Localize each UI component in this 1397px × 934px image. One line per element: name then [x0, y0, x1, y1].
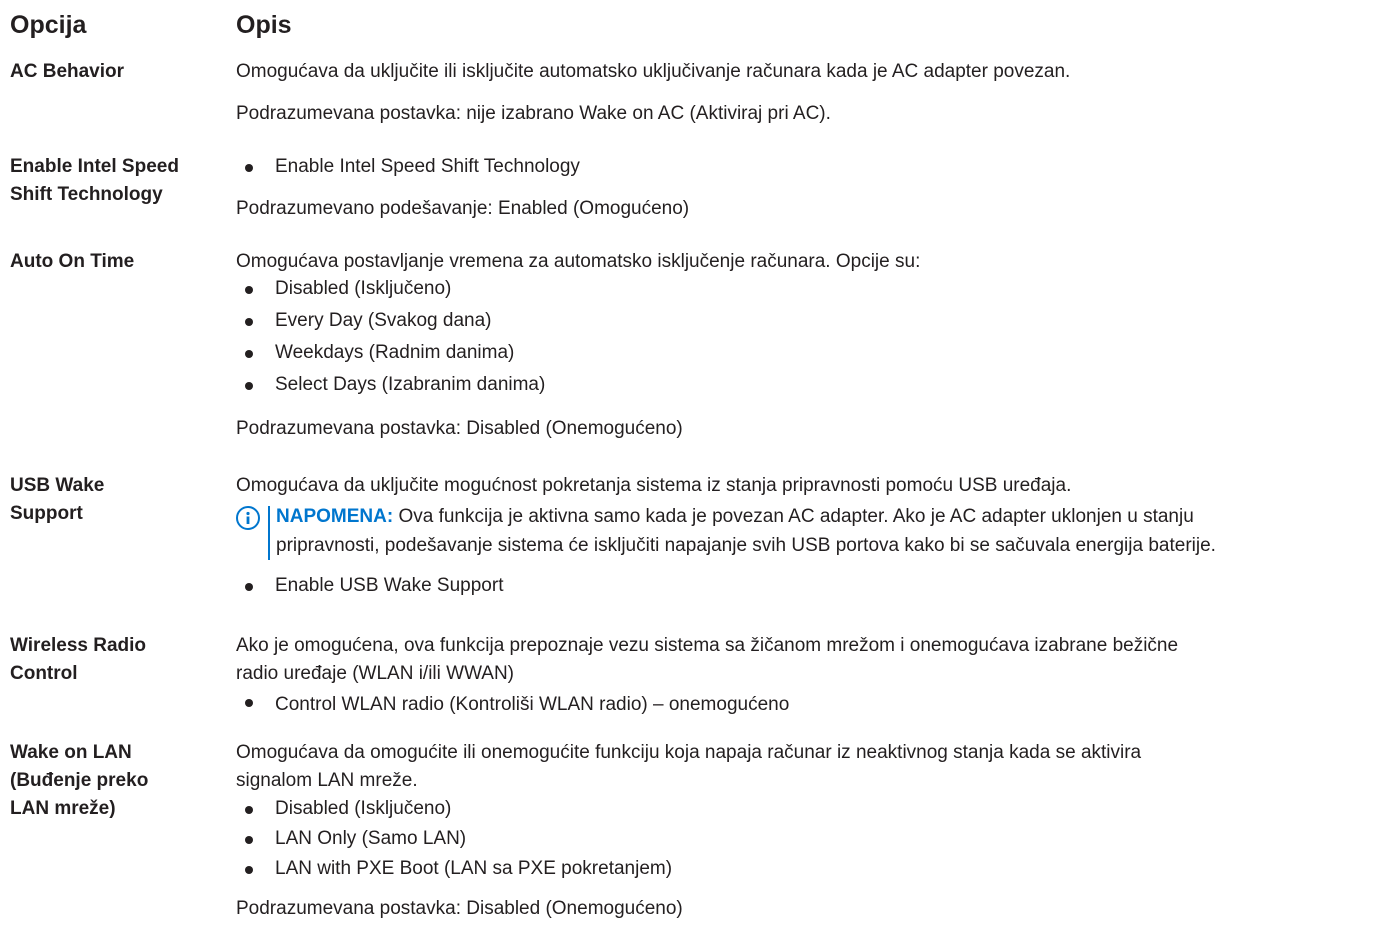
- option-label-line: Shift Technology: [10, 184, 163, 205]
- list-item: Enable Intel Speed Shift Technology: [236, 153, 1396, 181]
- bullet-list: Enable Intel Speed Shift Technology: [236, 153, 1396, 181]
- default-setting: Podrazumevana postavka: Disabled (Onemog…: [236, 418, 683, 439]
- option-description: Omogućava postavljanje vremena za automa…: [236, 248, 1396, 443]
- note-text: pripravnosti, podešavanje sistema će isk…: [276, 535, 1216, 556]
- option-label-line: LAN mreže): [10, 798, 116, 819]
- option-label-line: Control: [10, 663, 78, 684]
- list-item: Control WLAN radio (Kontroliši WLAN radi…: [236, 688, 1396, 720]
- option-label-line: Wake on LAN: [10, 742, 132, 763]
- option-label: Wireless Radio Control: [10, 632, 225, 688]
- option-label: AC Behavior: [10, 61, 125, 82]
- note-label: NAPOMENA:: [276, 506, 394, 527]
- default-setting: Podrazumevana postavka: Disabled (Onemog…: [236, 898, 683, 919]
- option-label-line: Support: [10, 503, 83, 524]
- default-setting: Podrazumevano podešavanje: Enabled (Omog…: [236, 198, 690, 219]
- option-label: Wake on LAN (Buđenje preko LAN mreže): [10, 739, 225, 823]
- description-text: Omogućava postavljanje vremena za automa…: [236, 251, 921, 272]
- note-text: Ova funkcija je aktivna samo kada je pov…: [393, 506, 1194, 527]
- description-text: Omogućava da uključite mogućnost pokreta…: [236, 475, 1072, 496]
- option-description: Ako je omogućena, ova funkcija prepoznaj…: [236, 632, 1396, 720]
- bullet-list: Disabled (Isključeno) Every Day (Svakog …: [236, 275, 1396, 403]
- document-page: Opcija Opis AC Behavior Omogućava da ukl…: [10, 0, 1397, 919]
- option-label: USB Wake Support: [10, 472, 225, 528]
- option-label: Enable Intel Speed Shift Technology: [10, 153, 225, 209]
- list-item: LAN with PXE Boot (LAN sa PXE pokretanje…: [236, 855, 1396, 885]
- list-item: Weekdays (Radnim danima): [236, 339, 1396, 371]
- bullet-list: Enable USB Wake Support: [236, 572, 1396, 600]
- bullet-list: Control WLAN radio (Kontroliši WLAN radi…: [236, 688, 1396, 720]
- list-item: Every Day (Svakog dana): [236, 307, 1396, 339]
- option-label-line: Enable Intel Speed: [10, 156, 179, 177]
- option-description: Omogućava da uključite ili isključite au…: [236, 58, 1396, 128]
- description-text: Omogućava da uključite ili isključite au…: [236, 61, 1071, 82]
- info-icon: [236, 506, 260, 530]
- option-description: Omogućava da omogućite ili onemogućite f…: [236, 739, 1396, 923]
- option-description: Omogućava da uključite mogućnost pokreta…: [236, 472, 1396, 600]
- option-label-line: (Buđenje preko: [10, 770, 149, 791]
- list-item: Disabled (Isključeno): [236, 795, 1396, 825]
- description-text: signalom LAN mreže.: [236, 770, 418, 791]
- bullet-list: Disabled (Isključeno) LAN Only (Samo LAN…: [236, 795, 1396, 885]
- note-box: NAPOMENA: Ova funkcija je aktivna samo k…: [236, 502, 1396, 560]
- default-setting: Podrazumevana postavka: nije izabrano Wa…: [236, 103, 831, 124]
- option-label-line: USB Wake: [10, 475, 105, 496]
- option-label-line: Wireless Radio: [10, 635, 147, 656]
- description-text: Ako je omogućena, ova funkcija prepoznaj…: [236, 635, 1179, 656]
- list-item: LAN Only (Samo LAN): [236, 825, 1396, 855]
- list-item: Select Days (Izabranim danima): [236, 371, 1396, 403]
- header-option: Opcija: [10, 11, 87, 39]
- list-item: Disabled (Isključeno): [236, 275, 1396, 307]
- option-label: Auto On Time: [10, 251, 135, 272]
- description-text: radio uređaje (WLAN i/ili WWAN): [236, 663, 515, 684]
- option-description: Enable Intel Speed Shift Technology Podr…: [236, 153, 1396, 223]
- header-description: Opis: [236, 11, 292, 39]
- description-text: Omogućava da omogućite ili onemogućite f…: [236, 742, 1142, 763]
- note-divider: [268, 506, 270, 560]
- table-header: Opcija Opis: [10, 0, 1397, 50]
- list-item: Enable USB Wake Support: [236, 572, 1396, 600]
